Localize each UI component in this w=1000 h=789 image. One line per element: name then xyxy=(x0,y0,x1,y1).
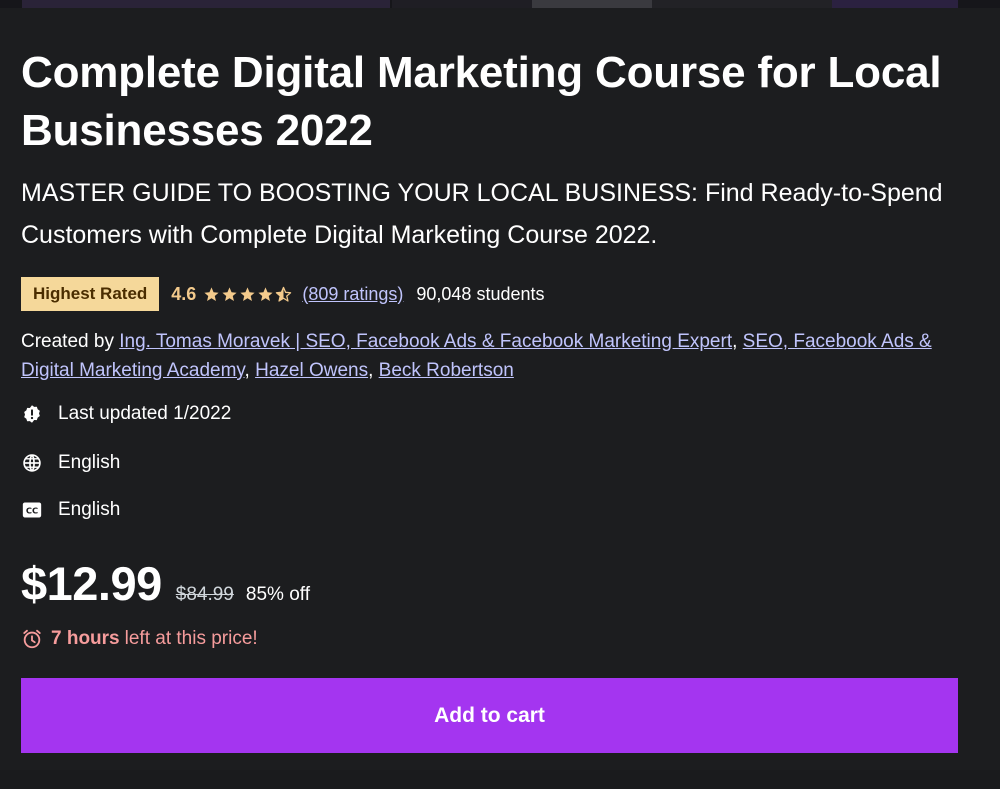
course-subtitle: MASTER GUIDE TO BOOSTING YOUR LOCAL BUSI… xyxy=(21,179,943,249)
star-icon xyxy=(204,286,219,301)
closed-captions-icon: CC xyxy=(21,499,43,521)
language-text: English xyxy=(58,452,121,473)
timer-text: left at this price! xyxy=(124,628,258,649)
language-row: English xyxy=(21,450,120,476)
created-by: Created by Ing. Tomas Moravek | SEO, Fac… xyxy=(21,331,932,381)
bottom-divider xyxy=(0,770,1000,789)
course-preview-strip xyxy=(0,0,1000,8)
instructor-link-tomas-moravek[interactable]: Ing. Tomas Moravek | SEO, Facebook Ads &… xyxy=(119,331,732,352)
captions-text: English xyxy=(58,499,121,520)
timer-hours: 7 hours xyxy=(51,628,120,649)
current-price: $12.99 xyxy=(21,557,162,610)
students-count: 90,048 students xyxy=(416,283,545,304)
original-price: $84.99 xyxy=(175,584,234,605)
half-star-icon xyxy=(276,286,292,302)
price-timer: 7 hours left at this price! xyxy=(21,626,258,652)
alarm-clock-icon xyxy=(21,628,43,650)
rating-row: Highest Rated 4.6 (809 ratings) 90,048 s… xyxy=(21,277,545,311)
star-rating xyxy=(203,286,292,303)
highest-rated-badge: Highest Rated xyxy=(21,277,160,311)
instructor-link-beck-robertson[interactable]: Beck Robertson xyxy=(379,360,514,381)
rating-value: 4.6 xyxy=(171,283,197,304)
price-row: $12.99 $84.99 85% off xyxy=(21,556,310,616)
last-updated-row: Last updated 1/2022 xyxy=(21,401,231,427)
instructor-link-hazel-owens[interactable]: Hazel Owens xyxy=(255,360,368,381)
captions-row: CC English xyxy=(21,497,120,523)
globe-icon xyxy=(21,452,43,474)
svg-text:CC: CC xyxy=(26,506,38,516)
alert-badge-icon xyxy=(21,403,43,425)
course-title: Complete Digital Marketing Course for Lo… xyxy=(21,48,942,155)
add-to-cart-button[interactable]: Add to cart xyxy=(21,678,958,753)
star-icon xyxy=(240,286,255,301)
created-by-label: Created by xyxy=(21,331,114,352)
star-icon xyxy=(222,286,237,301)
ratings-count-link[interactable]: (809 ratings) xyxy=(302,284,403,305)
discount-percent: 85% off xyxy=(245,584,310,605)
star-icon xyxy=(258,286,273,301)
last-updated-text: Last updated 1/2022 xyxy=(58,403,232,424)
